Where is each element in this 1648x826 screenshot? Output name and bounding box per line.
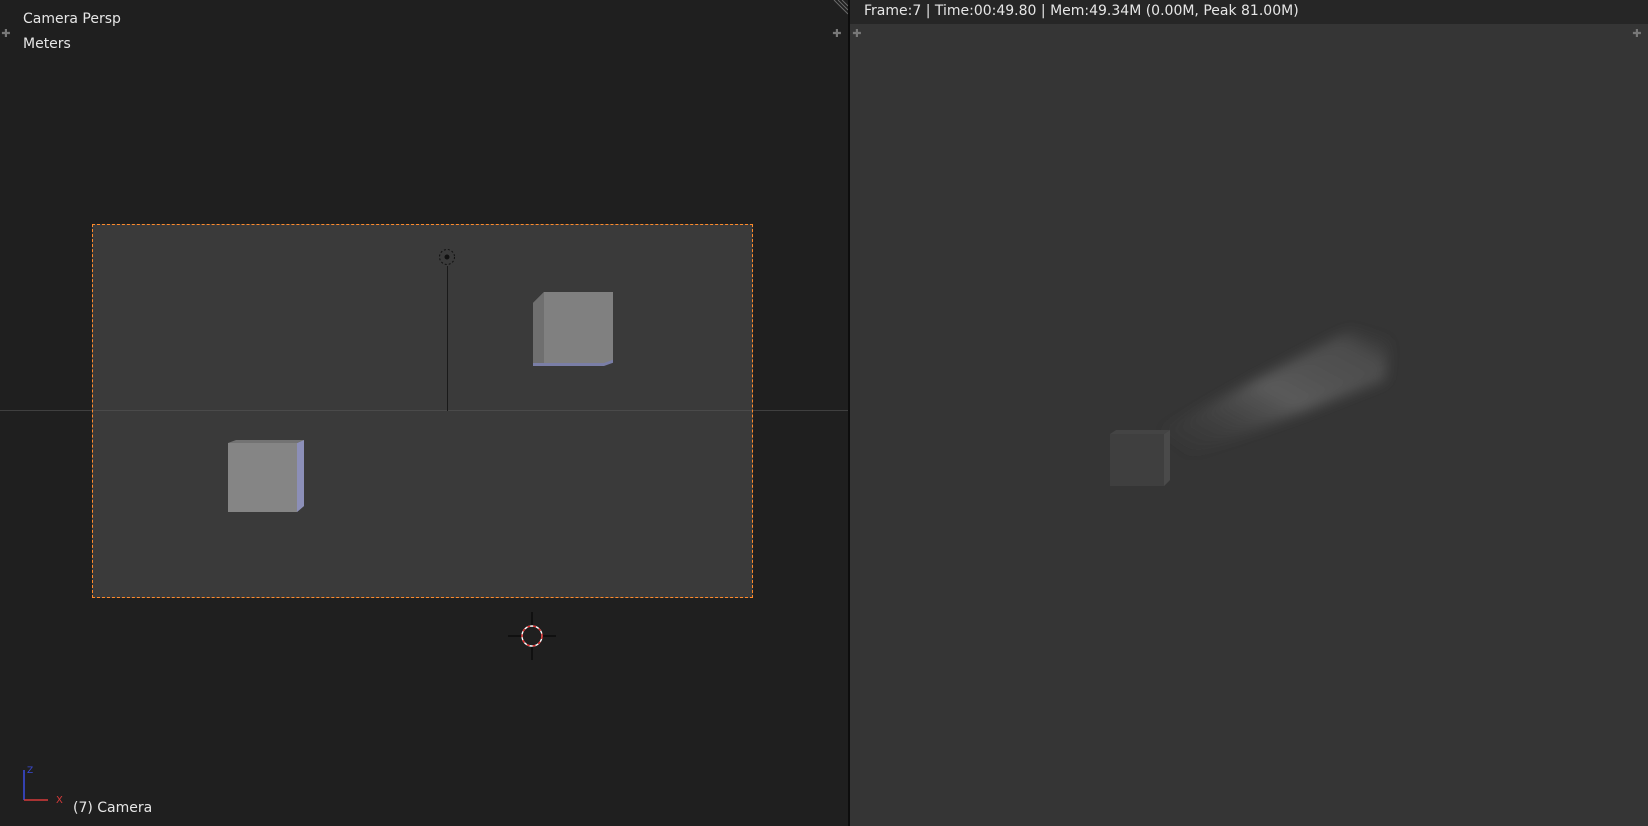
axis-x-label: X [56, 795, 63, 804]
area-split-grip-icon[interactable] [832, 0, 848, 16]
plus-icon[interactable]: ✚ [1630, 27, 1644, 41]
render-status-bar: Frame:7 | Time:00:49.80 | Mem:49.34M (0.… [850, 0, 1648, 24]
plus-icon[interactable]: ✚ [850, 27, 864, 41]
axis-gizmo-icon: X Z [23, 766, 63, 804]
light-beam-render [1160, 330, 1390, 455]
render-status-text: Frame:7 | Time:00:49.80 | Mem:49.34M (0.… [864, 3, 1299, 19]
camera-frame[interactable] [92, 224, 753, 598]
lamp-stem [447, 266, 448, 411]
axis-z-label: Z [27, 766, 33, 776]
cube-object[interactable] [533, 292, 613, 372]
lamp-icon[interactable] [438, 248, 456, 266]
units-label: Meters [23, 36, 71, 52]
3d-cursor-icon[interactable] [508, 612, 556, 660]
cube-object[interactable] [228, 440, 308, 520]
object-info-label: (7) Camera [73, 800, 153, 816]
3d-viewport[interactable]: Camera Persp Meters ✚ ✚ X Z (7) Camera [0, 0, 848, 826]
plus-icon[interactable]: ✚ [830, 27, 844, 41]
view-name-label: Camera Persp [23, 11, 121, 27]
horizon-line-inner [93, 410, 752, 411]
rendered-cube [1110, 430, 1170, 486]
plus-icon[interactable]: ✚ [0, 27, 13, 41]
